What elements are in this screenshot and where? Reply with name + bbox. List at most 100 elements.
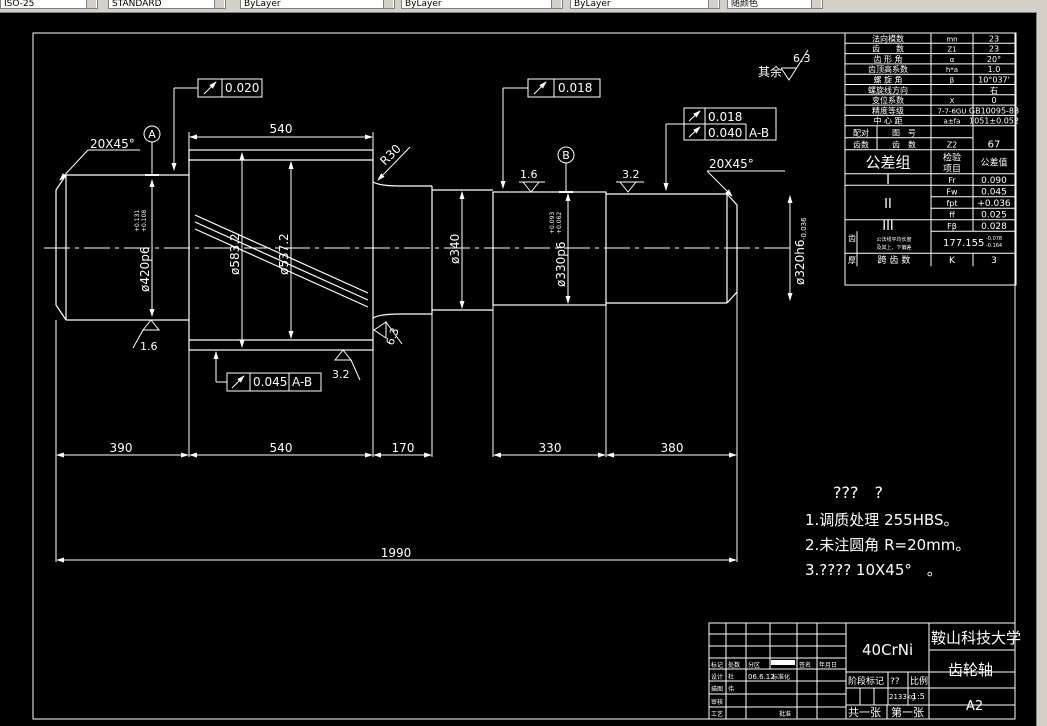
tb-process: 工艺 bbox=[711, 710, 723, 718]
gear-row-value: 1051±0.052 bbox=[969, 117, 1019, 126]
gear-tol-header: 公差值 bbox=[980, 157, 1007, 169]
gear-row-symbol: Z1 bbox=[947, 46, 956, 54]
gear-parameter-table: 法向模数 mn 23 齿 数 Z1 23 齿 形 角 α 20° 齿顶高系数 h*a 1.0 螺 旋 角… bbox=[844, 32, 1019, 286]
title-size: A2 bbox=[966, 699, 983, 714]
gear-group-I: I bbox=[886, 173, 890, 188]
chevron-down-icon[interactable] bbox=[708, 0, 718, 8]
chevron-down-icon[interactable] bbox=[811, 0, 821, 8]
gear-row-value: GB10095-88 bbox=[969, 106, 1019, 115]
tb-wei: 伟 bbox=[728, 685, 734, 693]
roughness-other-value: 6.3 bbox=[793, 52, 811, 65]
dia-330-label: ø330p6 bbox=[554, 242, 568, 288]
tb-standard: 标准化 bbox=[772, 673, 790, 681]
runout-3a-value: 0.018 bbox=[708, 110, 742, 124]
title-sheet-total: 共一张 bbox=[848, 706, 881, 719]
gear-mate-label: 配对 bbox=[853, 128, 869, 138]
chevron-down-icon[interactable] bbox=[86, 0, 96, 8]
gear-check-symbol: fpt bbox=[946, 199, 957, 208]
runout-1-value: 0.020 bbox=[225, 81, 259, 95]
tb-date-label: 年月日 bbox=[819, 661, 837, 669]
note-3: 3.???? 10X45° 。 bbox=[805, 561, 942, 579]
title-stage-label: 阶段标记 bbox=[848, 675, 884, 687]
gear-group-III: III bbox=[882, 219, 894, 234]
tb-approve: 批准 bbox=[779, 710, 791, 718]
gear-check-header: 项目 bbox=[943, 164, 961, 175]
gear-wk-label: 及其上、下偏差 bbox=[876, 244, 911, 251]
gear-check-header: 检验 bbox=[943, 152, 961, 164]
tb-change-doc-cell bbox=[771, 660, 795, 665]
gear-row-symbol: a±fa bbox=[944, 118, 961, 126]
gear-row-label: 精度等级 bbox=[872, 105, 904, 115]
dia-330-upper-tol: +0.093 bbox=[549, 212, 556, 234]
title-part-name: 齿轮轴 bbox=[948, 661, 993, 679]
gear-row-symbol: 7-7-6GU bbox=[938, 107, 967, 115]
roughness-r3: 1.6 bbox=[520, 168, 538, 181]
color-dropdown[interactable]: ByLayer bbox=[240, 0, 395, 9]
notes-heading: ??? ? bbox=[833, 483, 883, 502]
dim-330: 330 bbox=[539, 441, 562, 455]
roughness-symbols bbox=[132, 49, 809, 381]
gear-span-label: 跨 齿 数 bbox=[878, 254, 911, 266]
roughness-r2: 3.2 bbox=[332, 368, 350, 381]
dia-340-label: ø340 bbox=[448, 234, 462, 264]
gear-row-value: 20° bbox=[987, 55, 1001, 64]
gear-row-label: 齿 数 bbox=[872, 44, 904, 54]
gear-row-value: 1.0 bbox=[988, 65, 1001, 74]
gear-wk-side-label: 齿 bbox=[848, 234, 856, 243]
runout-2-value: 0.018 bbox=[558, 81, 592, 95]
tb-designer-name: 杜 bbox=[728, 673, 734, 681]
tb-mark: 标记 bbox=[711, 661, 723, 669]
gear-row-symbol: mn bbox=[946, 35, 957, 43]
gear-check-symbol: Fw bbox=[946, 188, 958, 197]
gear-span-value: 3 bbox=[991, 256, 997, 266]
gear-row-value: 右 bbox=[990, 85, 998, 95]
dim-170: 170 bbox=[392, 441, 415, 455]
svg-text:A: A bbox=[148, 128, 156, 141]
dia-330-lower-tol: +0.062 bbox=[556, 212, 563, 234]
tb-zone: 分区 bbox=[748, 661, 760, 669]
tb-date: 06.6.12 bbox=[748, 673, 775, 681]
datum-b: B bbox=[557, 146, 575, 193]
runout-3b-ref: A-B bbox=[749, 126, 769, 140]
gear-check-symbol: Fr bbox=[948, 176, 956, 185]
roughness-r4: 3.2 bbox=[622, 168, 640, 181]
svg-text:B: B bbox=[562, 149, 570, 162]
title-scale-label: 比例 bbox=[910, 675, 928, 687]
chevron-down-icon[interactable] bbox=[551, 0, 561, 8]
dim-390: 390 bbox=[110, 441, 133, 455]
gear-row-symbol: α bbox=[950, 56, 955, 64]
dimstyle-dropdown[interactable]: ISO-25 bbox=[0, 0, 98, 9]
lineweight-dropdown[interactable]: ByLayer bbox=[570, 0, 720, 9]
gear-span-symbol: K bbox=[949, 256, 956, 266]
dim-540-top: 540 bbox=[270, 122, 293, 136]
linetype-dropdown[interactable]: ByLayer bbox=[401, 0, 563, 9]
gear-mate-symbol: Z2 bbox=[947, 141, 958, 150]
drawing-canvas[interactable]: ø420p6 +0.131 +0.108 ø583.2 ø537.2 ø340 … bbox=[0, 12, 1036, 726]
gear-row-value: 23 bbox=[989, 34, 999, 43]
gear-check-symbol: Fβ bbox=[947, 222, 957, 231]
gear-row-label: 法向模数 bbox=[872, 33, 904, 43]
dim-380: 380 bbox=[661, 441, 684, 455]
title-school: 鞍山科技大学 bbox=[931, 629, 1021, 647]
gear-row-label: 齿顶高系数 bbox=[868, 64, 908, 74]
runout-3b-value: 0.040 bbox=[708, 126, 742, 140]
gear-row-symbol: h*a bbox=[946, 66, 958, 74]
chevron-down-icon[interactable] bbox=[214, 0, 224, 8]
textstyle-dropdown[interactable]: STANDARD bbox=[108, 0, 226, 9]
title-stage-val: ?? bbox=[890, 677, 900, 687]
title-scale: 1:5 bbox=[912, 692, 925, 701]
runout-frame-2 bbox=[500, 78, 601, 189]
vertical-scrollbar[interactable] bbox=[1036, 12, 1047, 726]
gear-row-label: 中 心 距 bbox=[873, 116, 902, 126]
gear-group-II: II bbox=[884, 197, 892, 212]
gear-row-symbol: X bbox=[950, 97, 955, 105]
chevron-down-icon[interactable] bbox=[383, 0, 393, 8]
gear-row-value: 23 bbox=[989, 45, 999, 54]
gear-wk-tol-upper: -0.078 bbox=[986, 236, 1002, 242]
plotstyle-dropdown[interactable]: 随颜色 bbox=[727, 0, 823, 9]
dim-540-bottom: 540 bbox=[270, 441, 293, 455]
tb-check: 描图 bbox=[711, 685, 723, 693]
dia-420-upper-tol: +0.131 bbox=[134, 210, 141, 232]
gear-row-label: 螺 旋 角 bbox=[873, 75, 902, 85]
datum-a: A bbox=[143, 125, 161, 176]
